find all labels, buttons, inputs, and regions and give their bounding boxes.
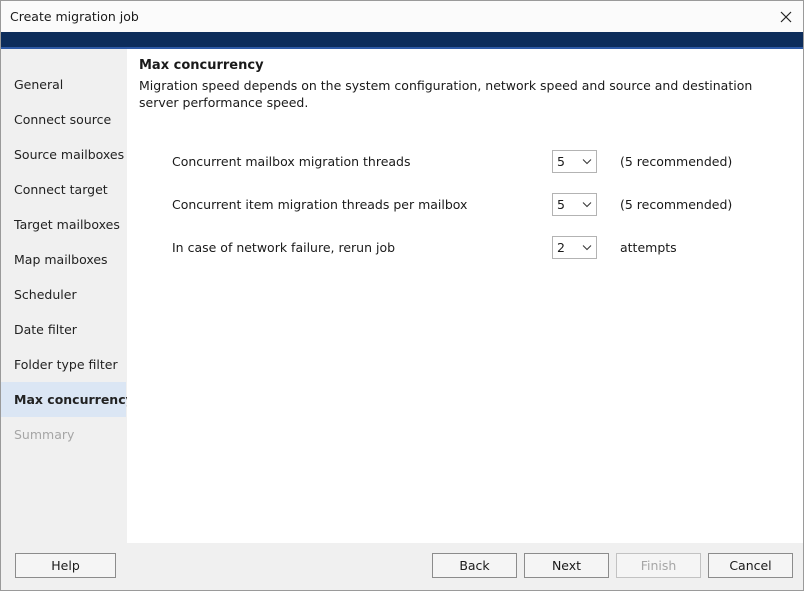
close-icon	[780, 11, 792, 22]
chevron-down-icon	[582, 159, 592, 165]
button-bar: Help Back Next Finish Cancel	[1, 543, 803, 590]
page-description: Migration speed depends on the system co…	[139, 78, 753, 110]
sidebar-item-source-mailboxes[interactable]: Source mailboxes	[1, 137, 126, 172]
item-threads-value: 5	[557, 197, 565, 212]
rerun-attempts-label: In case of network failure, rerun job	[172, 240, 396, 255]
sidebar-item-max-concurrency[interactable]: Max concurrency	[1, 382, 134, 417]
help-button[interactable]: Help	[15, 553, 116, 578]
chevron-down-icon	[582, 245, 592, 251]
rerun-attempts-select[interactable]: 2	[552, 236, 597, 259]
mailbox-threads-hint: (5 recommended)	[620, 154, 733, 169]
close-button[interactable]	[769, 1, 803, 32]
sidebar-item-general[interactable]: General	[1, 67, 126, 102]
item-threads-label: Concurrent item migration threads per ma…	[172, 197, 468, 212]
mailbox-threads-value: 5	[557, 154, 565, 169]
chevron-down-icon	[582, 202, 592, 208]
cancel-button[interactable]: Cancel	[708, 553, 793, 578]
sidebar-item-connect-source[interactable]: Connect source	[1, 102, 126, 137]
sidebar-item-date-filter[interactable]: Date filter	[1, 312, 126, 347]
sidebar-item-map-mailboxes[interactable]: Map mailboxes	[1, 242, 126, 277]
sidebar-item-connect-target[interactable]: Connect target	[1, 172, 126, 207]
window-title: Create migration job	[10, 9, 139, 24]
sidebar-item-target-mailboxes[interactable]: Target mailboxes	[1, 207, 126, 242]
rerun-attempts-value: 2	[557, 240, 565, 255]
rerun-attempts-hint: attempts	[620, 240, 677, 255]
header-banner	[1, 32, 803, 49]
main-panel: Max concurrency Migration speed depends …	[127, 49, 803, 543]
item-threads-select[interactable]: 5	[552, 193, 597, 216]
back-button[interactable]: Back	[432, 553, 517, 578]
next-button[interactable]: Next	[524, 553, 609, 578]
page-title: Max concurrency	[139, 58, 264, 73]
dialog-window: Create migration job General Connect sou…	[0, 0, 804, 591]
sidebar-item-summary: Summary	[14, 427, 75, 442]
mailbox-threads-select[interactable]: 5	[552, 150, 597, 173]
wizard-steps-sidebar: General Connect source Source mailboxes …	[1, 49, 134, 543]
title-bar: Create migration job	[1, 1, 803, 32]
sidebar-item-scheduler[interactable]: Scheduler	[1, 277, 126, 312]
sidebar-item-folder-type-filter[interactable]: Folder type filter	[1, 347, 126, 382]
mailbox-threads-label: Concurrent mailbox migration threads	[172, 154, 411, 169]
item-threads-hint: (5 recommended)	[620, 197, 733, 212]
finish-button: Finish	[616, 553, 701, 578]
